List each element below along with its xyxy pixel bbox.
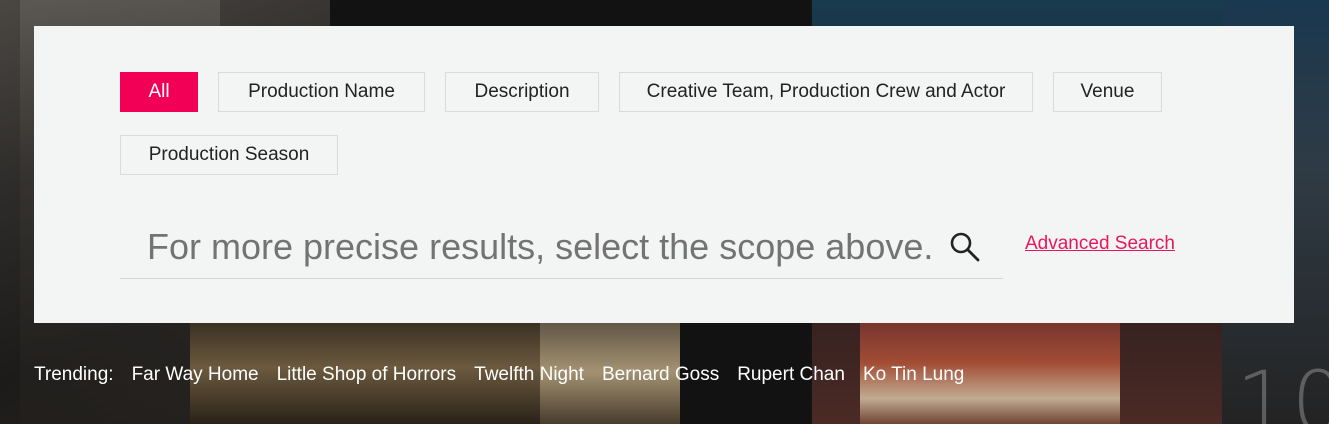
trending-term[interactable]: Twelfth Night (474, 364, 584, 386)
background-digit: 10 (1236, 353, 1329, 424)
filter-venue-button[interactable]: Venue (1053, 72, 1162, 112)
filter-production-season-button[interactable]: Production Season (120, 135, 338, 175)
trending-term[interactable]: Far Way Home (132, 364, 259, 386)
trending-term[interactable]: Bernard Goss (602, 364, 719, 386)
search-icon (950, 232, 980, 262)
filter-creative-team-button[interactable]: Creative Team, Production Crew and Actor (619, 72, 1033, 112)
advanced-search-link[interactable]: Advanced Search (1025, 233, 1175, 255)
trending-label: Trending: (34, 364, 114, 385)
filter-production-name-button[interactable]: Production Name (218, 72, 425, 112)
search-bar (120, 218, 1003, 279)
search-input[interactable] (120, 218, 940, 276)
search-button[interactable] (948, 230, 982, 264)
search-panel: All Production Name Description Creative… (34, 26, 1294, 323)
trending-term[interactable]: Little Shop of Horrors (277, 364, 457, 386)
filter-all-button[interactable]: All (120, 72, 198, 112)
trending-term[interactable]: Ko Tin Lung (863, 364, 964, 386)
trending-bar: Trending: Far Way Home Little Shop of Ho… (34, 362, 982, 388)
trending-term[interactable]: Rupert Chan (737, 364, 845, 386)
filter-description-button[interactable]: Description (445, 72, 599, 112)
